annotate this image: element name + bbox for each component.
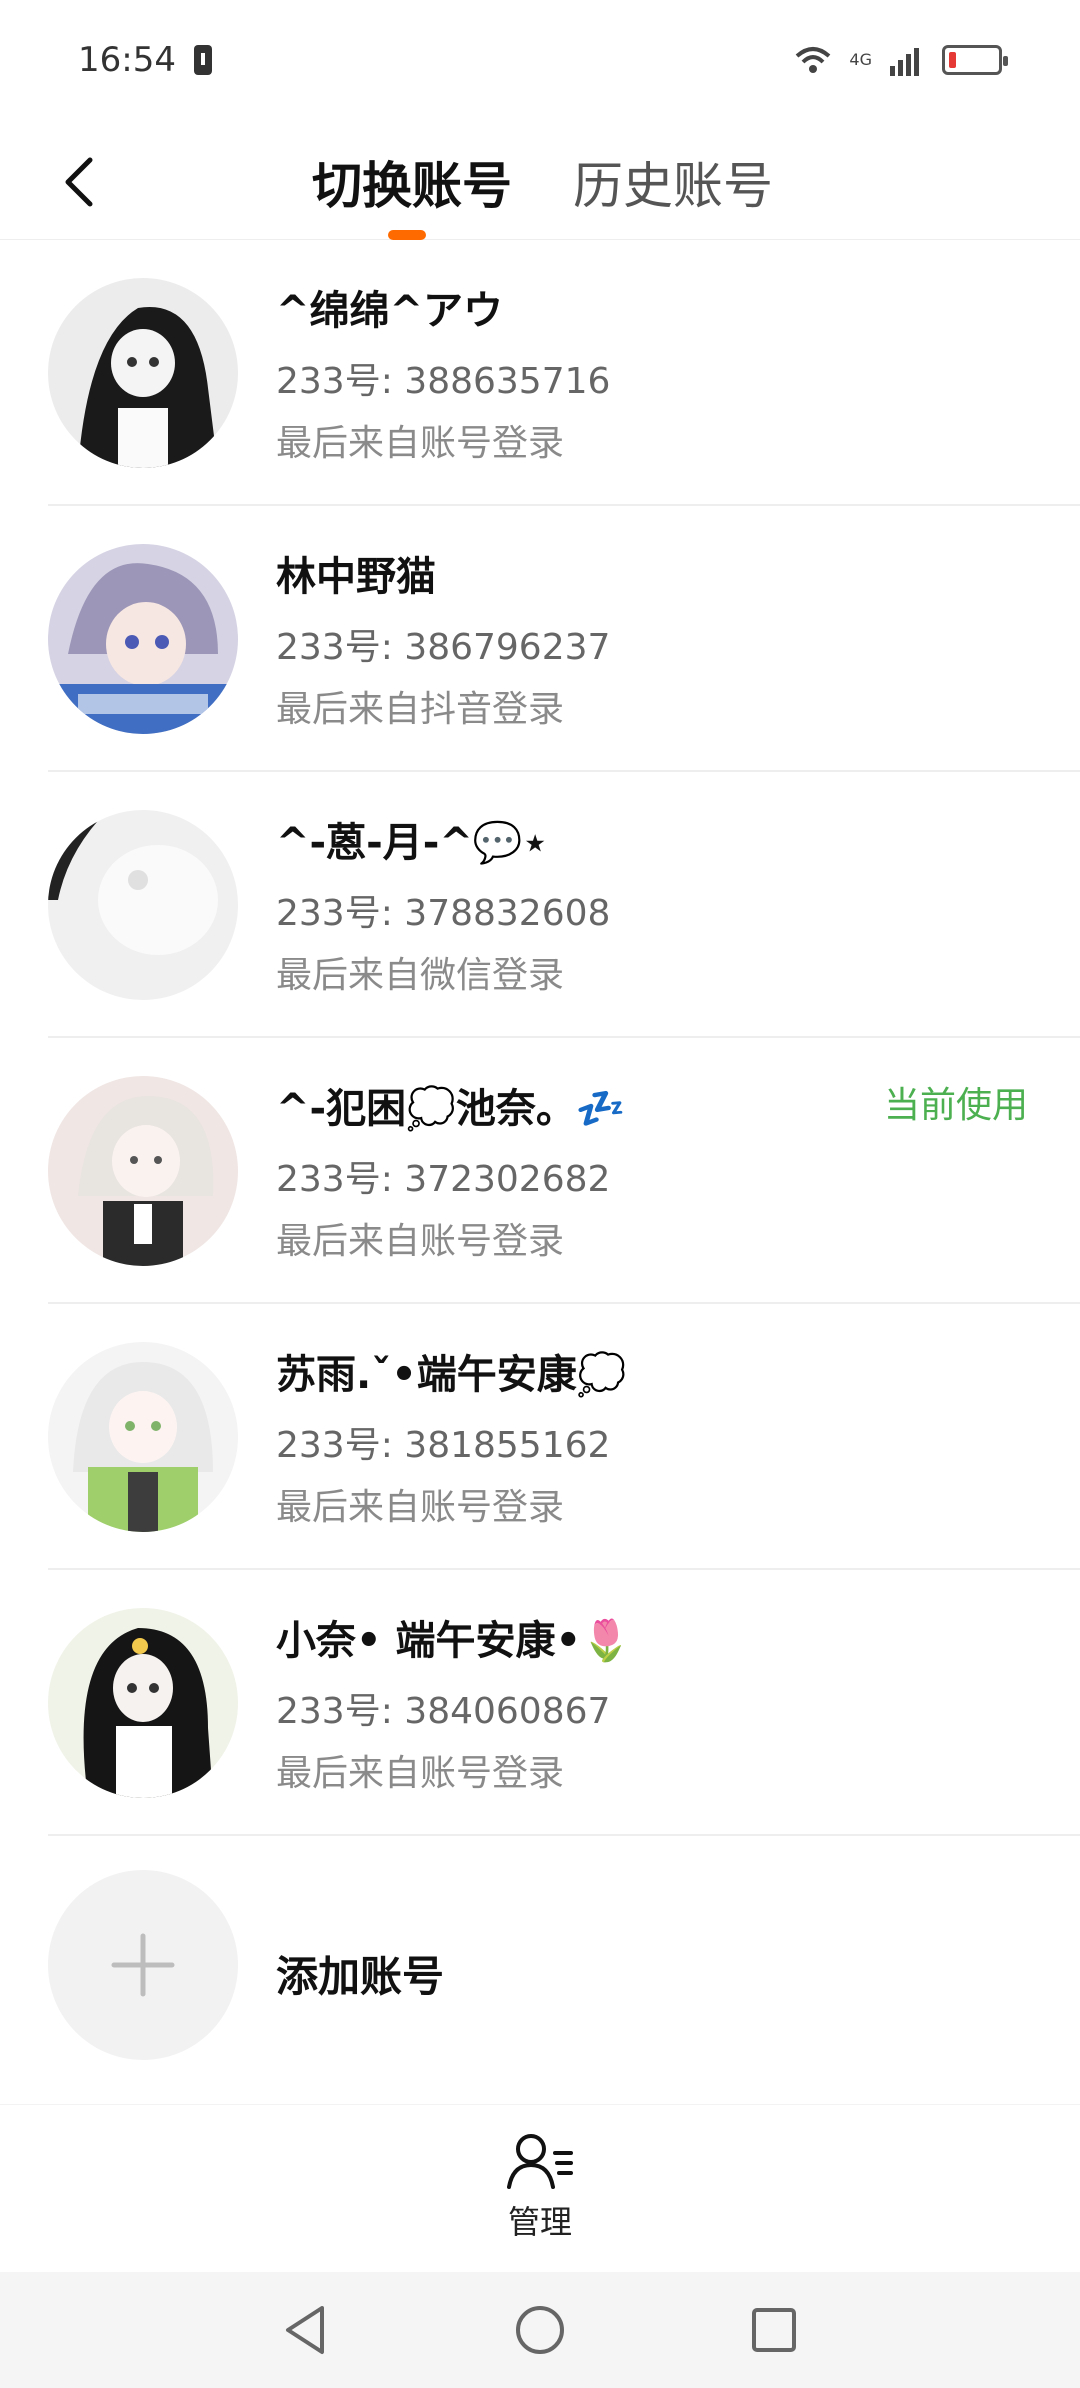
account-name: ^-蒽-月-^💬⋆ (276, 820, 548, 866)
avatar (48, 1076, 238, 1266)
chevron-left-icon (65, 157, 93, 207)
add-account-row[interactable]: 添加账号 (0, 1840, 1080, 2060)
manage-label: 管理 (507, 2203, 572, 2241)
account-id: 233号: 384060867 (276, 1691, 611, 1732)
tab-indicator (388, 230, 426, 240)
account-name: 林中野猫 (276, 554, 436, 600)
status-right: 4G (793, 44, 1008, 76)
account-row[interactable]: ^绵绵^アウ 233号: 388635716 最后来自账号登录 (0, 240, 1080, 506)
manage-button[interactable]: 管理 (488, 2131, 592, 2261)
network-type: 4G (849, 50, 872, 69)
account-row[interactable]: ^-蒽-月-^💬⋆ 233号: 378832608 最后来自微信登录 (0, 772, 1080, 1038)
status-left: 16:54 (78, 40, 212, 80)
account-name: ^绵绵^アウ (276, 288, 504, 334)
status-bar: 16:54 4G (0, 0, 1080, 120)
current-use-tag: 当前使用 (883, 1085, 1028, 1126)
add-account-button[interactable] (48, 1870, 238, 2060)
login-source: 最后来自账号登录 (276, 423, 565, 464)
signal-icon (890, 48, 919, 76)
square-recents-icon (752, 2308, 796, 2352)
wifi-icon (796, 47, 831, 73)
header: 切换账号 历史账号 (0, 120, 1080, 240)
account-name: 小奈• 端午安康•🌷 (276, 1618, 631, 1664)
avatar (48, 1608, 238, 1798)
login-source: 最后来自账号登录 (276, 1753, 565, 1794)
system-nav-bar (0, 2272, 1080, 2388)
back-button[interactable] (40, 142, 120, 222)
triangle-back-icon (286, 2306, 324, 2354)
account-id: 233号: 386796237 (276, 627, 611, 668)
avatar (48, 544, 238, 734)
avatar (48, 1342, 238, 1532)
bottom-bar: 管理 (0, 2104, 1080, 2272)
nav-home-button[interactable] (504, 2294, 576, 2366)
circle-home-icon (516, 2306, 564, 2354)
divider (48, 1834, 1080, 1836)
avatar (48, 810, 238, 1000)
plus-icon (111, 1933, 175, 1997)
account-list: ^绵绵^アウ 233号: 388635716 最后来自账号登录 林中野猫 233… (0, 240, 1080, 1836)
login-source: 最后来自抖音登录 (276, 689, 565, 730)
nav-back-button[interactable] (270, 2294, 342, 2366)
account-row[interactable]: 林中野猫 233号: 386796237 最后来自抖音登录 (0, 506, 1080, 772)
battery-saver-icon (193, 45, 212, 75)
status-time: 16:54 (78, 40, 176, 80)
account-row[interactable]: ^-犯困💭池奈。💤 当前使用 233号: 372302682 最后来自账号登录 (0, 1038, 1080, 1304)
nav-recents-button[interactable] (738, 2294, 810, 2366)
battery-icon (942, 45, 1008, 75)
account-row[interactable]: 小奈• 端午安康•🌷 233号: 384060867 最后来自账号登录 (0, 1570, 1080, 1836)
account-name: 苏雨.ˇ•端午安康💭 (276, 1352, 627, 1398)
add-account-label: 添加账号 (276, 1952, 445, 2001)
account-id: 233号: 381855162 (276, 1425, 611, 1466)
account-id: 233号: 378832608 (276, 893, 611, 934)
avatar (48, 278, 238, 468)
login-source: 最后来自账号登录 (276, 1487, 565, 1528)
login-source: 最后来自账号登录 (276, 1221, 565, 1262)
login-source: 最后来自微信登录 (276, 955, 565, 996)
account-row[interactable]: 苏雨.ˇ•端午安康💭 233号: 381855162 最后来自账号登录 (0, 1304, 1080, 1570)
user-manage-icon (507, 2134, 573, 2189)
account-id: 233号: 372302682 (276, 1159, 611, 1200)
tab-switch-account[interactable]: 切换账号 (312, 142, 512, 222)
account-id: 233号: 388635716 (276, 361, 611, 402)
tab-history-account[interactable]: 历史账号 (573, 142, 773, 222)
account-name: ^-犯困💭池奈。💤 (276, 1086, 626, 1132)
